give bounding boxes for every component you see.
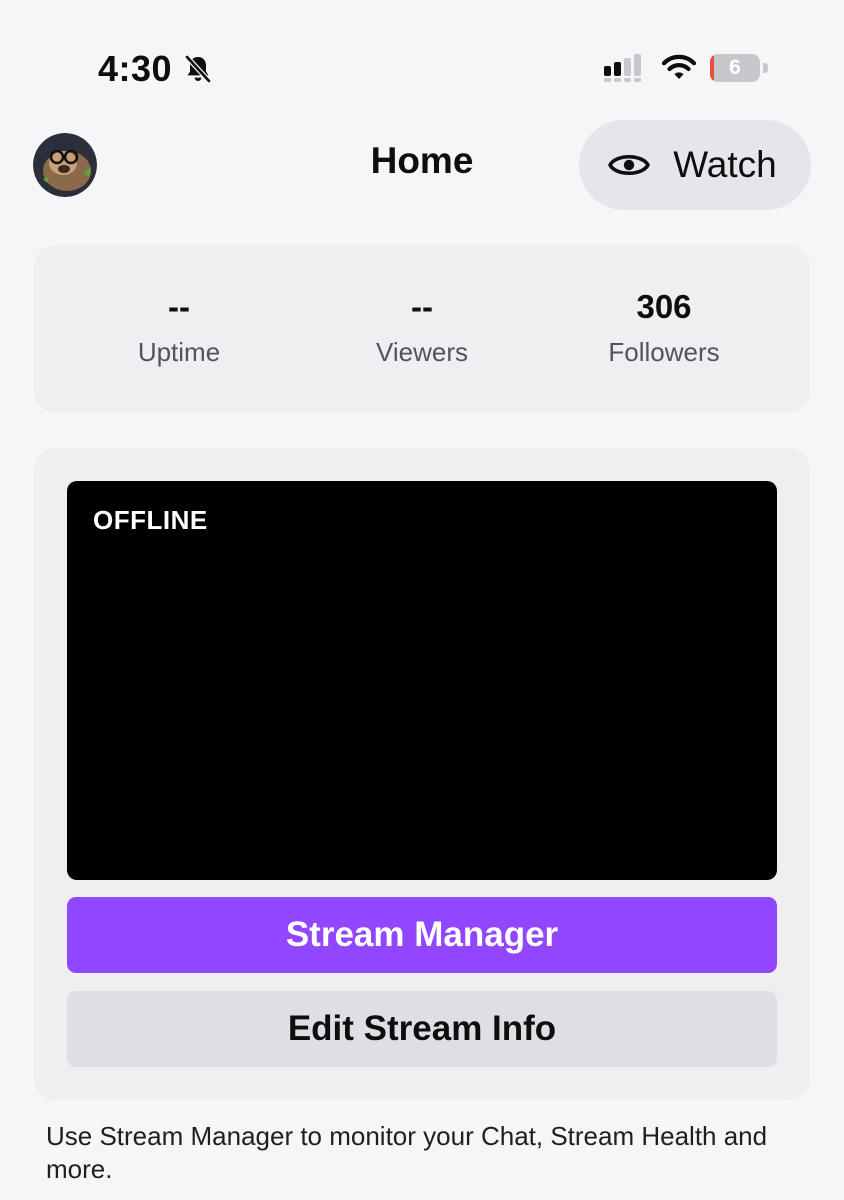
status-time: 4:30 [98, 48, 173, 89]
stat-value: -- [411, 288, 433, 325]
avatar[interactable] [33, 133, 97, 197]
stat-label: Uptime [137, 337, 221, 367]
cellular-signal-icon [604, 54, 641, 82]
stream-preview[interactable]: OFFLINE [67, 481, 777, 880]
stat-value: -- [168, 288, 190, 325]
offline-label: OFFLINE [93, 505, 208, 535]
stat-label: Followers [608, 337, 720, 367]
stat-value: 306 [636, 288, 692, 325]
stat-uptime: -- Uptime [59, 287, 299, 368]
eye-icon [608, 154, 651, 176]
page-title: Home [370, 140, 474, 181]
stat-followers: 306 Followers [544, 287, 784, 368]
edit-stream-info-button[interactable]: Edit Stream Info [67, 991, 777, 1067]
battery-percent: 6 [729, 56, 741, 79]
help-text: Use Stream Manager to monitor your Chat,… [46, 1121, 768, 1184]
stream-card: OFFLINE Stream Manager Edit Stream Info [34, 448, 810, 1100]
watch-label: Watch [673, 144, 777, 185]
stat-label: Viewers [375, 337, 468, 367]
bell-slash-icon [185, 55, 211, 83]
avatar-image [33, 133, 97, 197]
stats-card: -- Uptime -- Viewers 306 Followers [34, 245, 810, 413]
stat-viewers: -- Viewers [302, 287, 542, 368]
wifi-icon [661, 54, 697, 79]
battery-icon: 6 [710, 54, 760, 82]
stream-manager-button[interactable]: Stream Manager [67, 897, 777, 973]
watch-button[interactable]: Watch [579, 120, 811, 210]
battery-cap [763, 63, 768, 73]
